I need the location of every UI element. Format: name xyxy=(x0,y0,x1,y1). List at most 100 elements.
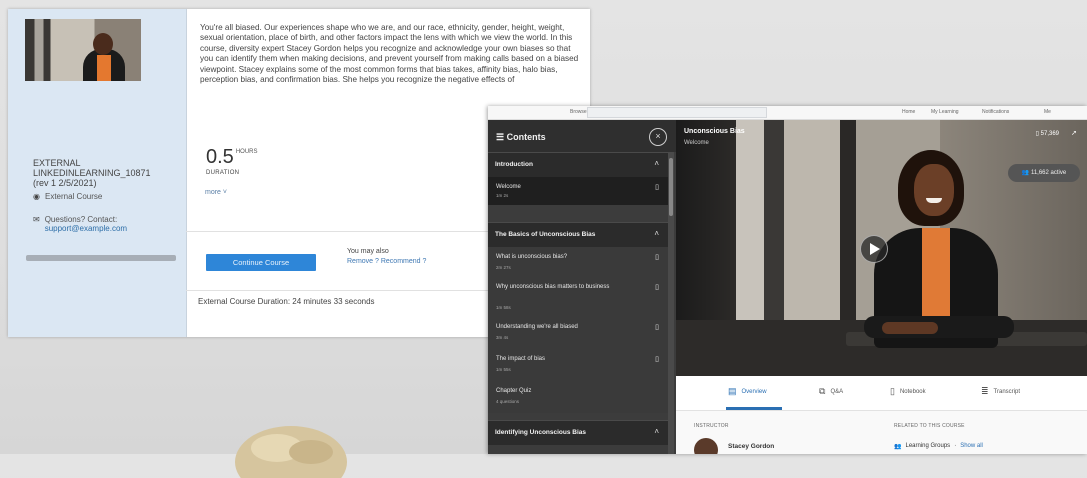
course-type-icon: ◉ xyxy=(33,192,40,201)
nav-home[interactable]: Home xyxy=(902,109,915,115)
tab-transcript[interactable]: ≣ Transcript xyxy=(981,386,1020,397)
browse-menu[interactable]: Browse xyxy=(570,109,587,115)
avatar[interactable] xyxy=(694,438,718,454)
also-label: You may also xyxy=(347,248,389,255)
contact-row: ✉ Questions? Contact: support@example.co… xyxy=(33,215,127,233)
contents-sidebar: ☰ Contents × Introduction ˄ Welcome 1m 2… xyxy=(488,120,676,454)
transcript-icon: ≣ xyxy=(981,386,989,396)
linkedin-learning-window: Browse Home My Learning Notifications Me… xyxy=(488,106,1087,454)
lesson-title: Why unconscious bias matters to business xyxy=(496,284,610,290)
list-icon: ☰ xyxy=(496,132,507,142)
course-revision: (rev 1 2/5/2021) xyxy=(33,178,97,188)
tab-label: Overview xyxy=(741,388,767,395)
progress-bar xyxy=(26,255,176,261)
section-introduction[interactable]: Introduction ˄ xyxy=(488,152,668,177)
bookmark-icon[interactable]: ▯ xyxy=(655,253,659,261)
course-type-label: External Course xyxy=(44,192,103,201)
nav-notifications[interactable]: Notifications xyxy=(982,109,1009,115)
lesson-duration: 4 questions xyxy=(496,399,520,404)
learning-groups-row: 👥 Learning Groups · Show all xyxy=(894,443,983,450)
search-input[interactable] xyxy=(587,107,767,118)
remove-recommend-links[interactable]: Remove ? Recommend ? xyxy=(347,258,426,265)
lesson-duration: 1m 55s xyxy=(496,367,511,372)
notebook-icon: ▯ xyxy=(890,386,895,396)
bookmark-icon[interactable]: ▯ xyxy=(655,183,659,191)
qa-icon: ⧉ xyxy=(819,386,826,396)
tab-notebook[interactable]: ▯ Notebook xyxy=(890,386,926,397)
chevron-down-icon: ˅ xyxy=(222,189,227,196)
people-icon: 👥 xyxy=(1021,170,1031,176)
lesson-title: Chapter Quiz xyxy=(496,388,532,394)
lesson-what-is-bias[interactable]: What is unconscious bias? 2m 27s ▯ xyxy=(488,247,668,277)
lesson-title: Welcome xyxy=(496,184,521,190)
active-tab-indicator xyxy=(726,407,782,410)
course-code-block: EXTERNAL LINKEDINLEARNING_10871 (rev 1 2… xyxy=(33,158,186,188)
play-icon[interactable] xyxy=(860,235,888,263)
chevron-up-icon: ˄ xyxy=(654,427,659,436)
overview-panel: INSTRUCTOR Stacey Gordon RELATED TO THIS… xyxy=(676,411,1087,454)
lesson-duration: 2m 27s xyxy=(496,265,511,270)
mail-icon: ✉ xyxy=(33,215,40,224)
video-subtitle: Welcome xyxy=(684,140,709,146)
lesson-title: Understanding we're all biased xyxy=(496,324,578,330)
contents-header: ☰ Contents × xyxy=(488,120,676,152)
bookmark-icon[interactable]: ▯ xyxy=(655,355,659,363)
sidebar-scrollbar[interactable] xyxy=(668,152,674,454)
duration-label: DURATION xyxy=(206,170,240,176)
course-thumbnail[interactable] xyxy=(25,19,141,81)
lesson-duration: 1m 2s xyxy=(496,193,509,198)
questions-label: Questions? Contact: xyxy=(44,215,118,224)
learning-groups-label: Learning Groups xyxy=(905,443,951,449)
tab-label: Q&A xyxy=(830,388,844,395)
course-description: You're all biased. Our experiences shape… xyxy=(200,23,579,85)
instructor-name[interactable]: Stacey Gordon xyxy=(728,443,774,450)
section-identifying[interactable]: Identifying Unconscious Bias ˄ xyxy=(488,420,668,445)
course-side-panel: EXTERNAL LINKEDINLEARNING_10871 (rev 1 2… xyxy=(8,9,187,337)
section-basics[interactable]: The Basics of Unconscious Bias ˄ xyxy=(488,222,668,247)
course-tabs: ▤ Overview ⧉ Q&A ▯ Notebook ≣ Transcript xyxy=(676,376,1087,411)
lesson-chapter-quiz[interactable]: Chapter Quiz 4 questions xyxy=(488,381,668,413)
bookmark-icon[interactable]: ▯ xyxy=(655,283,659,291)
tab-qa[interactable]: ⧉ Q&A xyxy=(819,386,843,397)
lesson-title: The impact of bias xyxy=(496,356,546,362)
section-title: Identifying Unconscious Bias xyxy=(495,429,587,436)
people-icon: 👥 xyxy=(894,444,902,450)
nav-me[interactable]: Me xyxy=(1044,109,1051,115)
overview-icon: ▤ xyxy=(728,386,737,396)
lesson-why-bias-matters[interactable]: Why unconscious bias matters to business… xyxy=(488,277,668,317)
nav-my-learning[interactable]: My Learning xyxy=(931,109,959,115)
continue-course-button[interactable]: Continue Course xyxy=(206,254,316,271)
duration-value: 0.5 xyxy=(206,146,234,168)
chevron-up-icon: ˄ xyxy=(654,159,659,168)
external-course-duration: External Course Duration: 24 minutes 33 … xyxy=(198,297,375,306)
related-label: RELATED TO THIS COURSE xyxy=(894,423,965,429)
bookmark-icon[interactable]: ▯ xyxy=(655,323,659,331)
contact-email-link[interactable]: support@example.com xyxy=(45,224,127,233)
duration-block: 0.5 HOURS xyxy=(206,146,257,169)
instructor-label: INSTRUCTOR xyxy=(694,423,729,429)
tab-label: Notebook xyxy=(899,388,926,395)
video-title: Unconscious Bias xyxy=(684,128,745,135)
duration-unit: HOURS xyxy=(235,149,258,155)
lesson-duration: 1m 58s xyxy=(496,305,511,310)
section-title: The Basics of Unconscious Bias xyxy=(495,231,596,238)
lesson-understanding-bias[interactable]: Understanding we're all biased 3m 4s ▯ xyxy=(488,317,668,349)
video-player[interactable]: Unconscious Bias Welcome ▯ 57,369 ➚ 👥 11… xyxy=(676,120,1087,376)
lesson-impact-of-bias[interactable]: The impact of bias 1m 55s ▯ xyxy=(488,349,668,381)
lesson-duration: 3m 4s xyxy=(496,335,509,340)
contents-title: ☰ Contents xyxy=(496,132,546,142)
show-all-link[interactable]: Show all xyxy=(960,443,983,450)
lesson-title: What is unconscious bias? xyxy=(496,254,568,260)
lesson-welcome[interactable]: Welcome 1m 2s ▯ xyxy=(488,177,668,205)
tab-label: Transcript xyxy=(993,388,1020,395)
close-icon[interactable]: × xyxy=(649,128,667,146)
external-course-row: ◉ External Course xyxy=(33,192,102,201)
course-main: You're all biased. Our experiences shape… xyxy=(200,23,580,117)
tab-overview[interactable]: ▤ Overview xyxy=(728,386,767,397)
top-navbar: Browse Home My Learning Notifications Me xyxy=(488,106,1087,120)
course-code: EXTERNAL LINKEDINLEARNING_10871 xyxy=(33,158,151,178)
save-count[interactable]: ▯ 57,369 xyxy=(1036,130,1059,137)
more-link[interactable]: more ˅ xyxy=(205,189,227,196)
share-icon[interactable]: ➚ xyxy=(1071,129,1077,137)
person-head-partial xyxy=(235,426,347,478)
